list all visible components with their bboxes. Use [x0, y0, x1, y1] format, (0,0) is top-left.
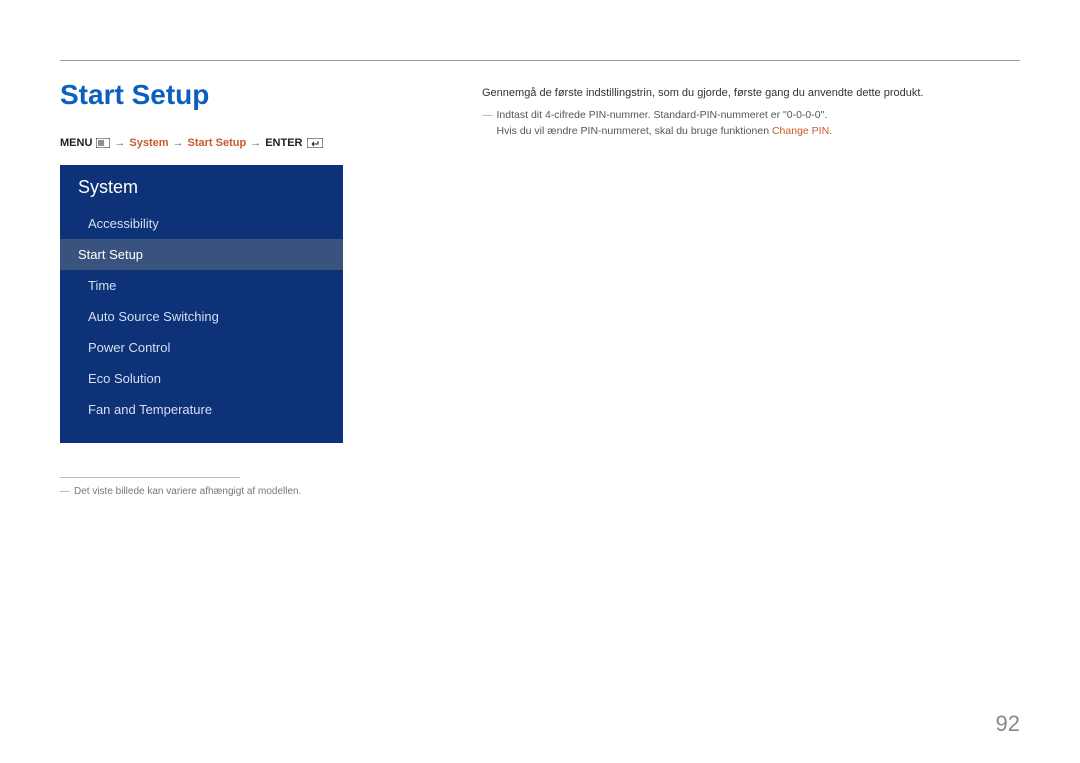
menu-icon: [96, 138, 110, 148]
right-note: ― Indtast dit 4-cifrede PIN-nummer. Stan…: [482, 107, 1020, 141]
right-intro-text: Gennemgå de første indstillingstrin, som…: [482, 85, 1020, 103]
enter-icon: [307, 138, 323, 148]
right-note-line2-suffix: .: [829, 125, 832, 137]
left-column: Start Setup MENU → System → Start Setup …: [60, 79, 440, 497]
change-pin-label: Change PIN: [772, 125, 829, 137]
menu-panel-title: System: [60, 165, 343, 208]
right-note-dash: ―: [482, 107, 493, 141]
menu-item-accessibility[interactable]: Accessibility: [60, 208, 343, 239]
menu-item-power-control[interactable]: Power Control: [60, 332, 343, 363]
breadcrumb-enter-label: ENTER: [265, 137, 302, 149]
menu-item-time[interactable]: Time: [60, 270, 343, 301]
top-horizontal-rule: [60, 60, 1020, 61]
page-title: Start Setup: [60, 79, 440, 111]
breadcrumb-menu-label: MENU: [60, 137, 92, 149]
menu-item-auto-source-switching[interactable]: Auto Source Switching: [60, 301, 343, 332]
breadcrumb-start-setup: Start Setup: [188, 137, 247, 149]
right-note-body: Indtast dit 4-cifrede PIN-nummer. Standa…: [497, 107, 833, 141]
right-note-line2: Hvis du vil ændre PIN-nummeret, skal du …: [497, 123, 833, 140]
page-number: 92: [996, 711, 1020, 737]
footnote-dash: ―: [60, 486, 70, 497]
breadcrumb-arrow-2: →: [173, 137, 184, 149]
footnote-text: Det viste billede kan variere afhængigt …: [74, 486, 301, 497]
menu-item-start-setup[interactable]: Start Setup: [60, 239, 343, 270]
menu-item-fan-and-temperature[interactable]: Fan and Temperature: [60, 394, 343, 425]
content-wrapper: Start Setup MENU → System → Start Setup …: [60, 79, 1020, 497]
breadcrumb: MENU → System → Start Setup → ENTER: [60, 137, 440, 149]
right-note-line1: Indtast dit 4-cifrede PIN-nummer. Standa…: [497, 107, 833, 124]
left-footnote: ― Det viste billede kan variere afhængig…: [60, 486, 440, 497]
right-column: Gennemgå de første indstillingstrin, som…: [482, 79, 1020, 497]
menu-items-container: AccessibilityStart SetupTimeAuto Source …: [60, 208, 343, 425]
breadcrumb-system: System: [129, 137, 168, 149]
footnote-separator: [60, 477, 240, 478]
right-note-line2-prefix: Hvis du vil ændre PIN-nummeret, skal du …: [497, 125, 772, 137]
breadcrumb-arrow-3: →: [250, 137, 261, 149]
menu-item-eco-solution[interactable]: Eco Solution: [60, 363, 343, 394]
system-menu-panel: System AccessibilityStart SetupTimeAuto …: [60, 165, 343, 443]
breadcrumb-arrow-1: →: [114, 137, 125, 149]
